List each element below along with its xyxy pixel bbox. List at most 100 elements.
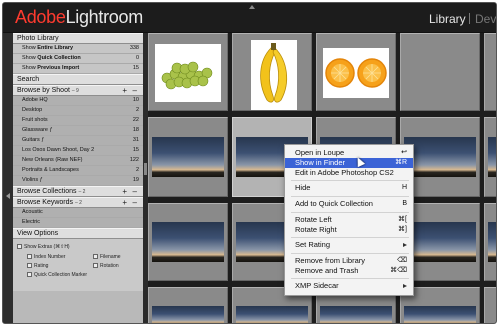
thumbnail-cell[interactable]: [148, 117, 228, 197]
filename-option[interactable]: Filename: [93, 254, 121, 260]
bananas-image: [260, 43, 288, 103]
shoot-item[interactable]: Portraits & Landscapes 2: [13, 166, 143, 176]
dawn-thumbnail[interactable]: [488, 222, 496, 262]
menu-separator: [291, 253, 409, 254]
menu-separator: [291, 196, 409, 197]
shoot-item[interactable]: Guitars ƒ 31: [13, 136, 143, 146]
shoot-item[interactable]: Violins ƒ 19: [13, 176, 143, 186]
rotation-option[interactable]: Rotation: [93, 263, 119, 269]
show-extras-option[interactable]: Show Extras (⌘⇧H): [17, 244, 70, 250]
grapes-thumbnail[interactable]: [155, 44, 221, 102]
quick-collection-marker-option[interactable]: Quick Collection Marker: [27, 272, 87, 278]
keyword-item[interactable]: Electric: [13, 218, 143, 228]
panel-resize-grip[interactable]: [144, 163, 147, 175]
menu-item-label: XMP Sidecar: [295, 281, 339, 290]
view-options-header[interactable]: View Options: [13, 228, 143, 239]
rating-checkbox[interactable]: [27, 263, 32, 269]
thumbnail-cell[interactable]: [232, 33, 312, 111]
thumbnail-cell[interactable]: [316, 33, 396, 111]
thumbnail-cell[interactable]: [148, 203, 228, 281]
dawn-thumbnail[interactable]: [236, 306, 308, 323]
menu-item-hide[interactable]: Hide H: [285, 183, 413, 193]
remove-shoot-button[interactable]: –: [133, 86, 137, 95]
module-library-tab[interactable]: Library: [429, 12, 466, 26]
menu-item-set-rating[interactable]: Set Rating: [285, 240, 413, 250]
search-header[interactable]: Search: [13, 74, 143, 85]
remove-keyword-button[interactable]: –: [133, 198, 137, 207]
menu-item-xmp-sidecar[interactable]: XMP Sidecar: [285, 281, 413, 291]
row-label: Entire Library: [37, 45, 74, 51]
thumbnail-cell[interactable]: [484, 203, 496, 281]
thumbnail-cell[interactable]: [484, 33, 496, 111]
oranges-thumbnail[interactable]: [323, 48, 389, 98]
menu-item-shortcut: ⌫: [397, 257, 407, 264]
dawn-thumbnail[interactable]: [152, 137, 224, 177]
menu-item-shortcut: H: [401, 184, 407, 191]
menu-item-rotate-left[interactable]: Rotate Left ⌘[: [285, 215, 413, 225]
thumbnail-cell[interactable]: [400, 33, 480, 111]
browse-collections-count: – 2: [78, 189, 86, 195]
menu-item-open-in-loupe[interactable]: Open in Loupe ↩: [285, 148, 413, 158]
shoot-item[interactable]: New Orleans (Raw NEF) 122: [13, 156, 143, 166]
thumbnail-cell[interactable]: [484, 117, 496, 197]
dawn-thumbnail[interactable]: [320, 306, 392, 323]
view-options-title: View Options: [17, 230, 59, 237]
show-previous-import[interactable]: Show Previous Import 15: [13, 64, 143, 74]
shoot-item[interactable]: Glassware ƒ 18: [13, 126, 143, 136]
bananas-thumbnail[interactable]: [251, 40, 297, 110]
menu-item-add-to-quick-collection[interactable]: Add to Quick Collection B: [285, 199, 413, 209]
menu-item-label: Rotate Left: [295, 215, 332, 224]
row-prefix: Show: [22, 55, 36, 61]
shoot-item[interactable]: Fruit shots 22: [13, 116, 143, 126]
show-quick-collection[interactable]: Show Quick Collection 0: [13, 54, 143, 64]
menu-separator: [291, 278, 409, 279]
thumbnail-cell[interactable]: [484, 287, 496, 323]
add-collection-button[interactable]: +: [122, 187, 127, 196]
show-extras-checkbox[interactable]: [17, 244, 22, 250]
show-entire-library[interactable]: Show Entire Library 338: [13, 44, 143, 54]
browse-by-shoot-header[interactable]: Browse by Shoot – 9 + –: [13, 85, 143, 96]
thumbnail-cell[interactable]: [148, 33, 228, 111]
menu-item-remove-from-library[interactable]: Remove from Library ⌫: [285, 256, 413, 266]
index-number-option[interactable]: Index Number: [27, 254, 65, 260]
dawn-thumbnail[interactable]: [488, 137, 496, 177]
dawn-thumbnail[interactable]: [404, 222, 476, 262]
quick-collection-marker-checkbox[interactable]: [27, 272, 32, 278]
dawn-thumbnail[interactable]: [404, 137, 476, 177]
photo-library-header[interactable]: Photo Library: [13, 33, 143, 44]
dawn-thumbnail[interactable]: [404, 306, 476, 323]
add-keyword-button[interactable]: +: [122, 198, 127, 207]
rating-option[interactable]: Rating: [27, 263, 48, 269]
shoot-item[interactable]: Los Osos Dawn Shoot, Day 2 15: [13, 146, 143, 156]
shoot-count: 2: [135, 107, 139, 113]
show-extras-shortcut: (⌘⇧H): [53, 244, 70, 250]
browse-keywords-count: – 2: [74, 200, 82, 206]
menu-item-shortcut: ⌘⌫: [390, 267, 407, 274]
index-number-checkbox[interactable]: [27, 254, 32, 260]
module-develop-tab[interactable]: Dev: [475, 12, 496, 26]
browse-collections-header[interactable]: Browse Collections – 2 + –: [13, 186, 143, 197]
left-panel-toggle-icon[interactable]: [6, 193, 10, 199]
dawn-thumbnail[interactable]: [152, 306, 224, 323]
add-shoot-button[interactable]: +: [122, 86, 127, 95]
menu-item-rotate-right[interactable]: Rotate Right ⌘]: [285, 225, 413, 235]
keyword-item[interactable]: Acoustic: [13, 208, 143, 218]
dawn-thumbnail[interactable]: [152, 222, 224, 262]
logo-product: Lightroom: [65, 7, 144, 27]
menu-item-label: Edit in Adobe Photoshop CS2: [295, 168, 394, 177]
browse-keywords-header[interactable]: Browse Keywords – 2 + –: [13, 197, 143, 208]
filename-checkbox[interactable]: [93, 254, 98, 260]
shoot-item[interactable]: Desktop 2: [13, 106, 143, 116]
rotation-checkbox[interactable]: [93, 263, 98, 269]
submenu-arrow-icon: [403, 243, 407, 247]
shoot-label: Desktop: [22, 107, 43, 113]
remove-collection-button[interactable]: –: [133, 187, 137, 196]
menu-item-remove-and-trash[interactable]: Remove and Trash ⌘⌫: [285, 266, 413, 276]
shoot-item[interactable]: Adobe HQ 10: [13, 96, 143, 106]
thumbnail-cell[interactable]: [148, 287, 228, 323]
menu-item-edit-in-photoshop[interactable]: Edit in Adobe Photoshop CS2: [285, 168, 413, 178]
menu-item-shortcut: ↩: [401, 149, 407, 156]
menu-item-show-in-finder[interactable]: Show in Finder ⌘R: [285, 158, 413, 168]
menu-separator: [291, 237, 409, 238]
top-panel-toggle-icon[interactable]: [249, 5, 255, 9]
